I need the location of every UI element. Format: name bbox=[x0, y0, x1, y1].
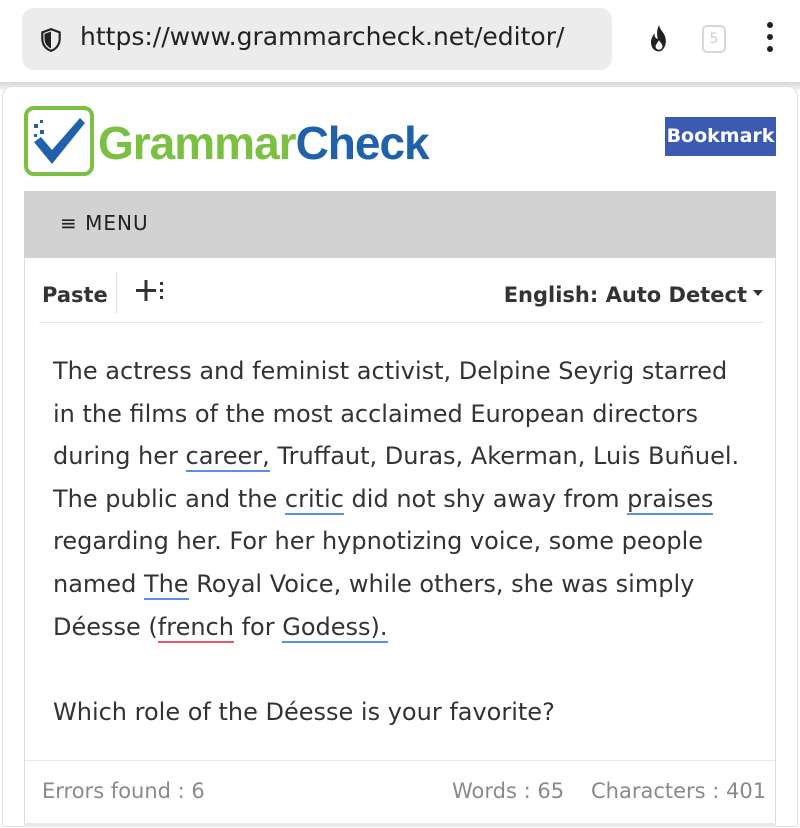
status-bar: Errors found : 6 Words : 65 Characters :… bbox=[25, 760, 775, 828]
editor-panel: Paste English: Auto Detect The actress a… bbox=[24, 258, 776, 827]
editor-bottom-border bbox=[24, 823, 776, 827]
language-label: English: Auto Detect bbox=[503, 283, 747, 307]
site-logo[interactable]: GrammarCheck bbox=[24, 106, 430, 180]
language-selector[interactable]: English: Auto Detect bbox=[504, 283, 763, 307]
tab-switcher-button[interactable]: 5 bbox=[702, 25, 726, 53]
toolbar-divider bbox=[116, 272, 117, 314]
paste-button[interactable]: Paste bbox=[42, 283, 108, 307]
menu-button[interactable]: ≡ MENU bbox=[60, 211, 149, 235]
characters-count: Characters : 401 bbox=[591, 779, 767, 803]
error-french[interactable]: french bbox=[157, 612, 234, 643]
shield-icon[interactable] bbox=[36, 27, 66, 53]
checkmark-logo-icon bbox=[24, 106, 94, 176]
caret-down-icon bbox=[753, 290, 763, 296]
error-critic[interactable]: critic bbox=[284, 484, 344, 515]
more-options-icon[interactable] bbox=[760, 22, 780, 56]
text-segment: did not shy away from bbox=[343, 484, 628, 513]
paragraph-2: Which role of the Déesse is your favorit… bbox=[53, 698, 555, 727]
error-praises[interactable]: praises bbox=[627, 484, 714, 515]
paragraph-1: The actress and feminist activist, Delpi… bbox=[53, 350, 753, 648]
fire-icon[interactable] bbox=[645, 24, 673, 56]
words-count: Words : 65 bbox=[452, 779, 565, 803]
logo-text-grammar: Grammar bbox=[98, 117, 297, 169]
editor-toolbar: Paste English: Auto Detect bbox=[39, 268, 763, 323]
browser-toolbar: https://www.grammarcheck.net/editor/ 5 bbox=[0, 0, 800, 82]
editor-text-area[interactable]: The actress and feminist activist, Delpi… bbox=[53, 350, 753, 734]
bookmark-button[interactable]: Bookmark bbox=[665, 117, 776, 156]
error-godess[interactable]: Godess). bbox=[282, 612, 388, 643]
insert-plus-icon[interactable] bbox=[136, 278, 166, 304]
logo-wordmark: GrammarCheck bbox=[98, 116, 430, 170]
errors-count: Errors found : 6 bbox=[42, 779, 205, 803]
error-the[interactable]: The bbox=[143, 569, 189, 600]
text-segment: for bbox=[233, 612, 283, 641]
menu-bar: ≡ MENU bbox=[24, 191, 776, 258]
error-career[interactable]: career, bbox=[185, 442, 270, 473]
logo-text-check: Check bbox=[295, 117, 430, 169]
address-bar[interactable]: https://www.grammarcheck.net/editor/ bbox=[22, 8, 612, 70]
url-text[interactable]: https://www.grammarcheck.net/editor/ bbox=[80, 22, 564, 51]
